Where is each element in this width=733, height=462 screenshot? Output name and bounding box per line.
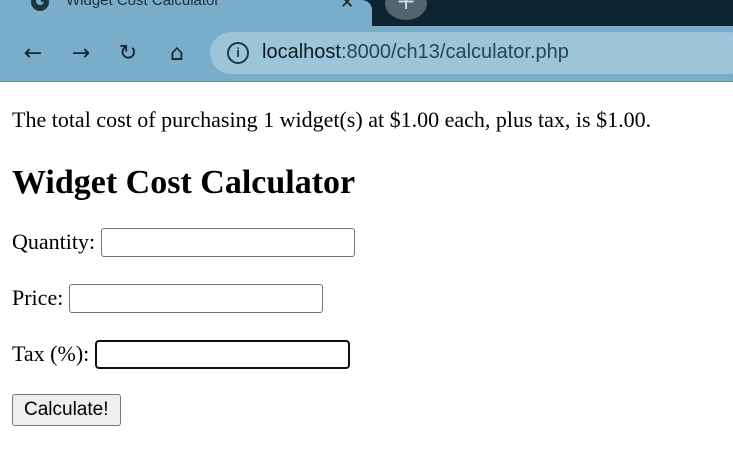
- url-text[interactable]: localhost:8000/ch13/calculator.php: [262, 41, 569, 64]
- price-label: Price:: [12, 285, 64, 310]
- globe-icon: [31, 0, 49, 11]
- site-info-icon[interactable]: i: [227, 42, 249, 64]
- price-input[interactable]: [69, 283, 324, 313]
- page-content: The total cost of purchasing 1 widget(s)…: [12, 82, 727, 426]
- quantity-input[interactable]: [101, 227, 356, 257]
- price-row: Price:: [12, 282, 727, 314]
- tax-row: Tax (%):: [12, 338, 727, 370]
- address-bar[interactable]: i localhost:8000/ch13/calculator.php: [210, 32, 733, 74]
- quantity-row: Quantity:: [12, 226, 727, 258]
- back-arrow-icon[interactable]: ←: [19, 40, 47, 68]
- browser-tab[interactable]: Widget Cost Calculator ✕: [0, 0, 372, 26]
- close-tab-icon[interactable]: ✕: [340, 0, 354, 13]
- new-tab-button[interactable]: +: [385, 0, 427, 20]
- home-icon[interactable]: ⌂: [163, 40, 191, 68]
- tab-strip: Widget Cost Calculator ✕ +: [0, 0, 733, 26]
- reload-icon[interactable]: ↻: [114, 40, 142, 68]
- url-host: localhost: [262, 41, 341, 63]
- forward-arrow-icon[interactable]: →: [67, 40, 95, 68]
- browser-toolbar: ← → ↻ ⌂ i localhost:8000/ch13/calculator…: [0, 26, 733, 82]
- page-title: Widget Cost Calculator: [12, 164, 356, 201]
- tab-title: Widget Cost Calculator: [66, 0, 220, 9]
- tax-input[interactable]: [95, 339, 351, 369]
- tax-label: Tax (%):: [12, 341, 90, 366]
- quantity-label: Quantity:: [12, 229, 96, 254]
- calculate-button[interactable]: Calculate!: [12, 394, 121, 426]
- result-message: The total cost of purchasing 1 widget(s)…: [12, 107, 652, 132]
- url-path: :8000/ch13/calculator.php: [340, 41, 569, 63]
